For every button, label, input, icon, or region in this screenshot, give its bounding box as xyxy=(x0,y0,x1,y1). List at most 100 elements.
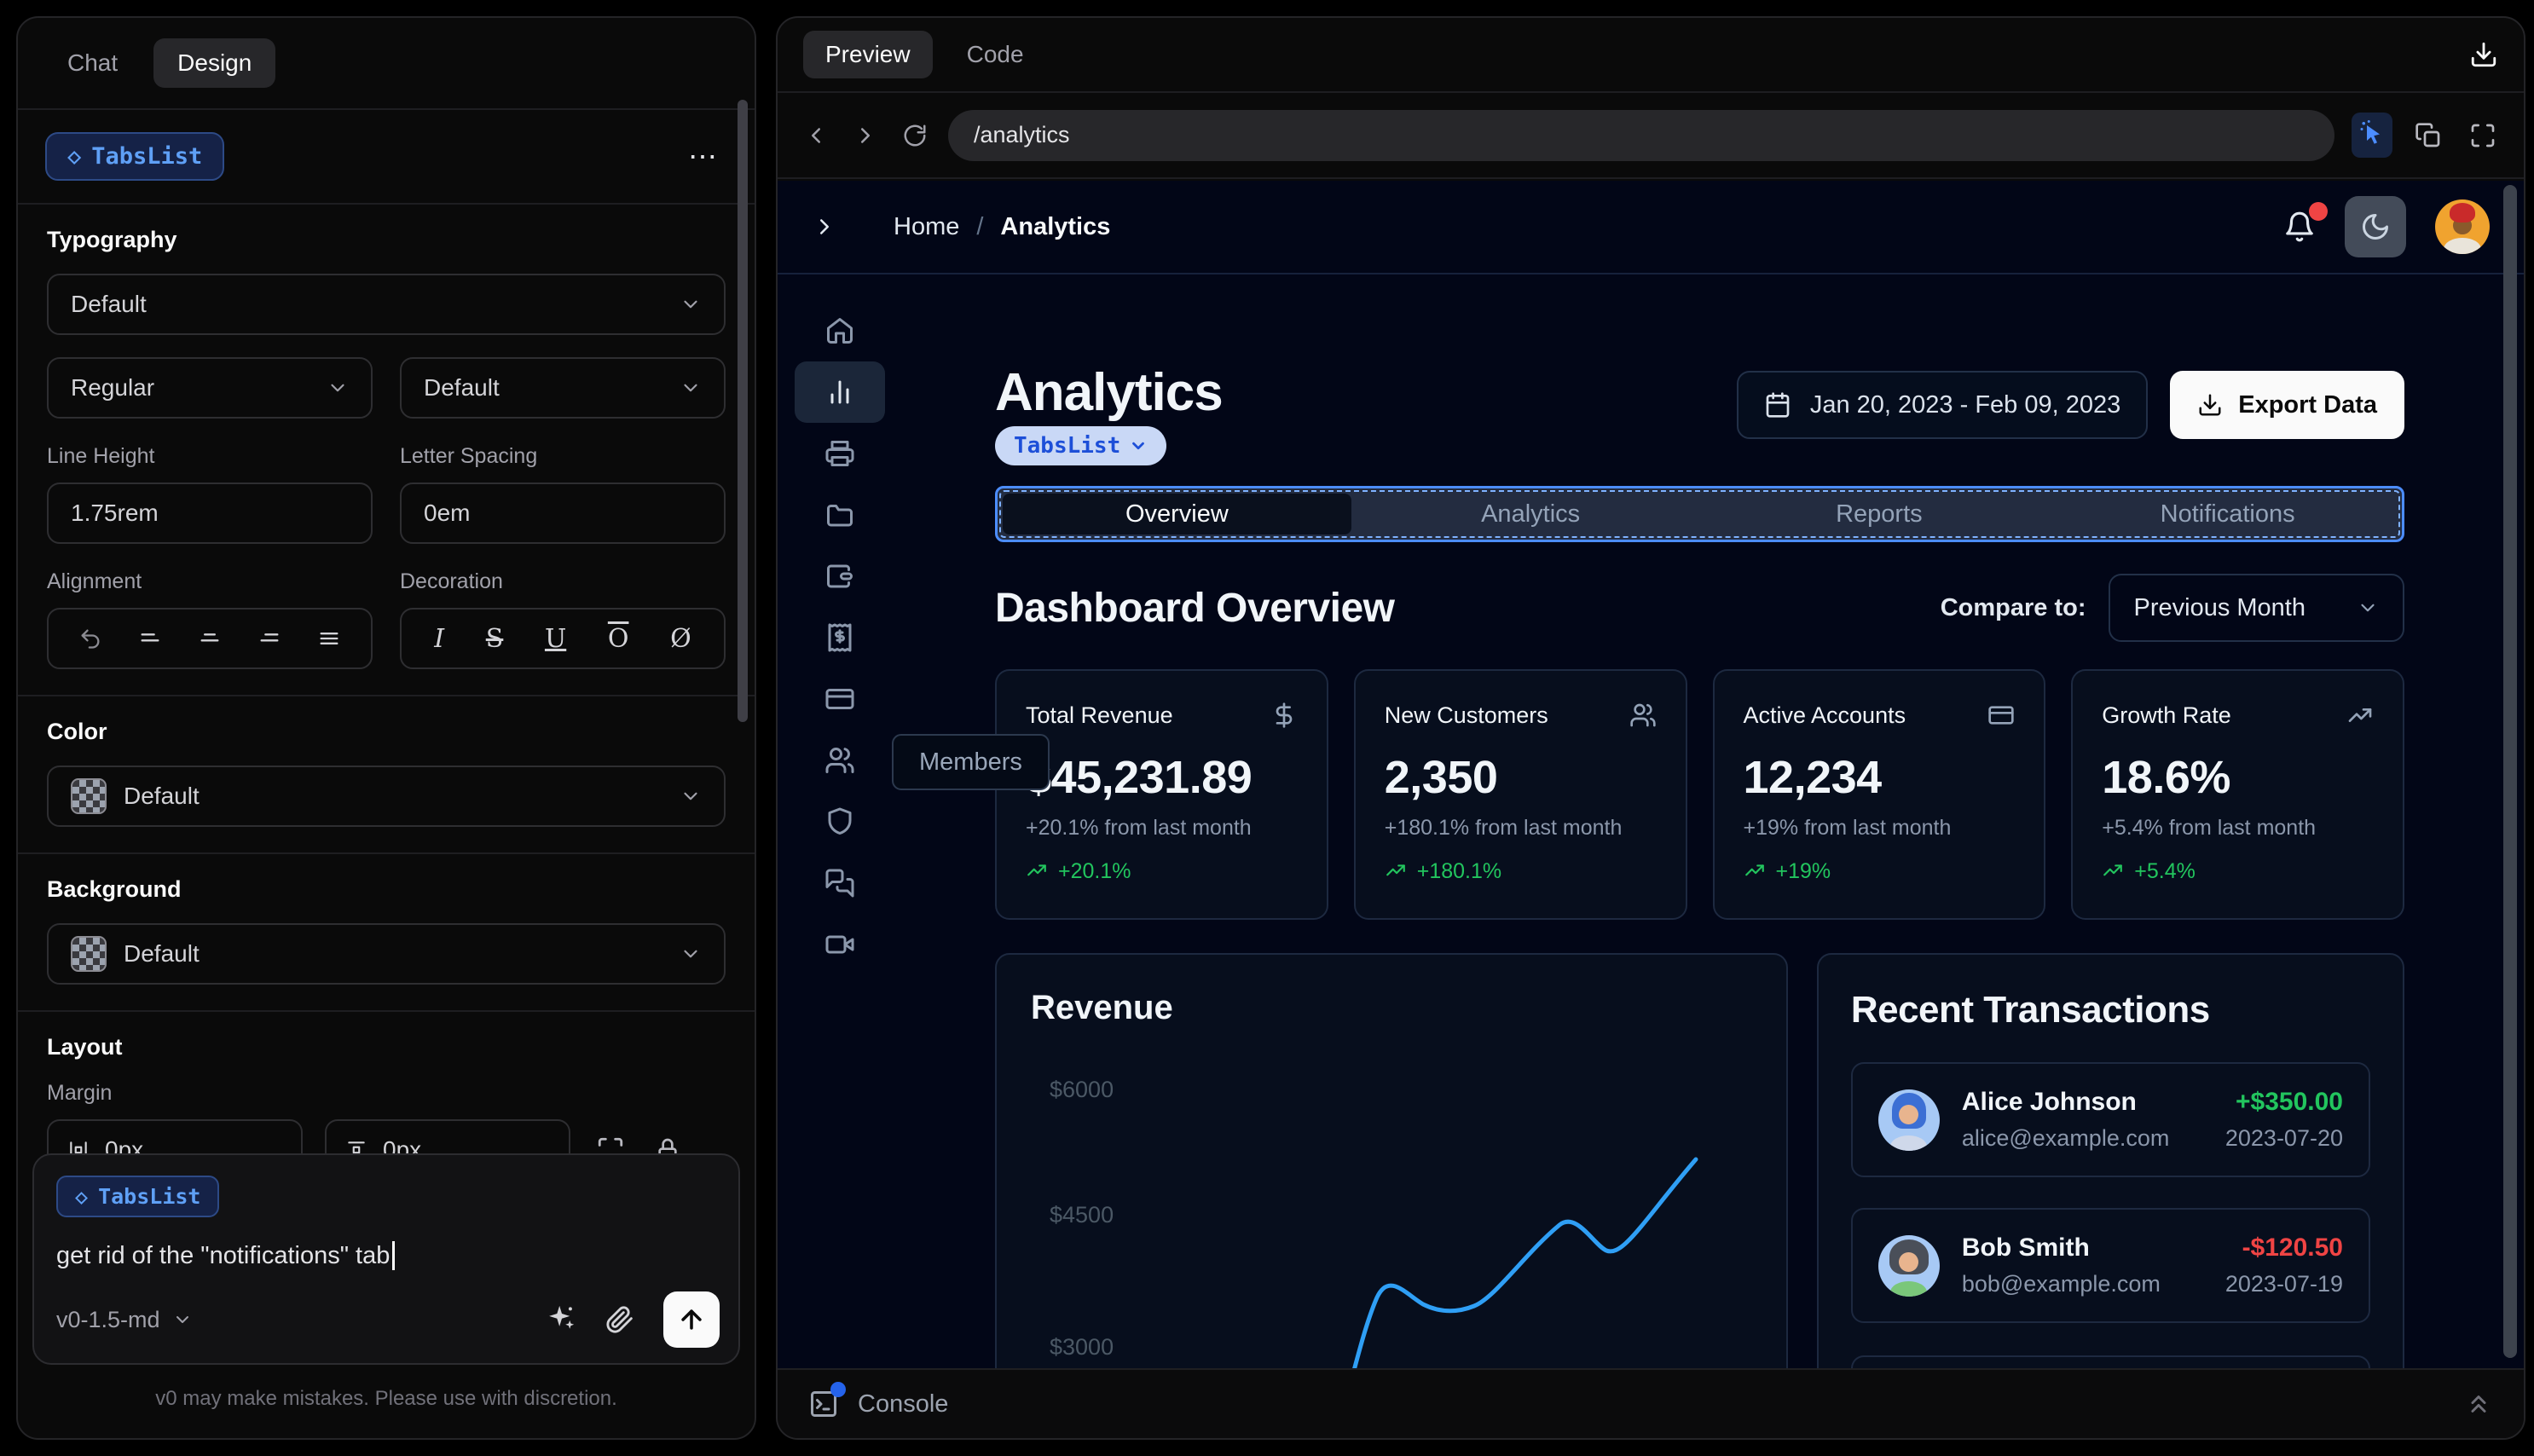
sidebar-item-folder[interactable] xyxy=(795,484,885,546)
tab-analytics[interactable]: Analytics xyxy=(1357,488,1705,540)
tab-preview[interactable]: Preview xyxy=(803,31,933,78)
undo-icon[interactable] xyxy=(78,627,102,650)
letter-spacing-label: Letter Spacing xyxy=(400,444,538,468)
color-swatch-icon xyxy=(71,778,107,814)
no-decoration-icon[interactable]: Ø xyxy=(670,624,691,654)
sparkles-icon[interactable] xyxy=(547,1303,576,1337)
transaction-row[interactable]: Alice Johnson alice@example.com +$350.00… xyxy=(1850,1062,2370,1177)
section-title: Dashboard Overview xyxy=(995,585,1395,631)
strikethrough-icon[interactable]: S xyxy=(486,624,504,654)
sidebar-toggle-icon[interactable] xyxy=(812,214,837,240)
sidebar-item-video[interactable] xyxy=(795,914,885,975)
chevrons-up-icon[interactable] xyxy=(2464,1390,2493,1418)
align-left-icon[interactable] xyxy=(138,627,162,650)
user-avatar[interactable] xyxy=(2435,199,2490,254)
send-button[interactable] xyxy=(663,1291,720,1348)
console-activity-badge xyxy=(830,1382,846,1397)
breadcrumb-separator: / xyxy=(976,212,984,240)
stat-card-active-accounts: Active Accounts 12,234 +19% from last mo… xyxy=(1712,669,2046,920)
typography-section: Typography Default Regular Default Line … xyxy=(18,205,755,695)
margin-label: Margin xyxy=(47,1081,113,1105)
notification-badge xyxy=(2309,202,2328,221)
text-caret xyxy=(392,1241,396,1270)
composer-component-chip[interactable]: ◇ TabsList xyxy=(56,1176,220,1217)
url-input[interactable]: /analytics xyxy=(948,109,2334,161)
forward-icon[interactable] xyxy=(849,119,882,152)
panel-scrollbar[interactable] xyxy=(738,100,748,722)
tab-design[interactable]: Design xyxy=(153,38,276,88)
compare-select[interactable]: Previous Month xyxy=(2108,574,2404,642)
transaction-name: Bob Smith xyxy=(1961,1234,2090,1262)
date-range-picker[interactable]: Jan 20, 2023 - Feb 09, 2023 xyxy=(1736,371,2149,439)
line-height-input[interactable]: 1.75rem xyxy=(47,482,373,544)
transaction-row[interactable]: Bob Smith bob@example.com -$120.50 2023-… xyxy=(1850,1208,2370,1323)
tab-reports[interactable]: Reports xyxy=(1705,488,2054,540)
font-weight-select[interactable]: Regular xyxy=(47,357,373,419)
underline-icon[interactable]: U xyxy=(545,624,566,654)
italic-icon[interactable]: I xyxy=(434,624,444,654)
refresh-icon[interactable] xyxy=(899,119,931,152)
chevron-down-icon xyxy=(680,785,702,807)
preview-panel: Preview Code /analytics Home / Analytics xyxy=(776,16,2525,1440)
tab-overview[interactable]: Overview xyxy=(1003,494,1351,534)
composer-input[interactable]: get rid of the "notifications" tab xyxy=(56,1241,716,1270)
align-justify-icon[interactable] xyxy=(317,627,341,650)
inspect-cursor-icon[interactable] xyxy=(2352,113,2392,158)
fullscreen-icon[interactable] xyxy=(2464,117,2502,154)
theme-toggle-button[interactable] xyxy=(2345,196,2406,257)
sidebar-item-wallet[interactable] xyxy=(795,546,885,607)
align-right-icon[interactable] xyxy=(257,627,281,650)
background-select[interactable]: Default xyxy=(47,923,726,985)
stat-card-growth-rate: Growth Rate 18.6% +5.4% from last month … xyxy=(2071,669,2404,920)
tab-chat[interactable]: Chat xyxy=(43,38,142,88)
members-tooltip: Members xyxy=(892,734,1050,790)
selected-component-row: ◇ TabsList ⋯ xyxy=(18,110,755,205)
download-icon xyxy=(2199,394,2221,416)
chevron-down-icon xyxy=(2361,604,2375,612)
overline-icon[interactable]: O xyxy=(608,624,629,654)
sidebar-item-home[interactable] xyxy=(795,300,885,361)
sidebar-item-messages[interactable] xyxy=(795,852,885,914)
preview-tab-bar: Preview Code xyxy=(778,18,2524,93)
tab-notifications[interactable]: Notifications xyxy=(2053,488,2402,540)
paperclip-icon[interactable] xyxy=(605,1305,634,1334)
color-select[interactable]: Default xyxy=(47,766,726,827)
compare-value: Previous Month xyxy=(2133,593,2306,621)
stat-card-new-customers: New Customers 2,350 +180.1% from last mo… xyxy=(1353,669,1687,920)
design-panel: Chat Design ◇ TabsList ⋯ Typography Defa… xyxy=(16,16,756,1440)
chevron-down-icon xyxy=(1132,442,1145,450)
console-bar[interactable]: Console xyxy=(778,1368,2524,1438)
transactions-title: Recent Transactions xyxy=(1850,989,2210,1031)
align-center-icon[interactable] xyxy=(198,627,222,650)
page-title: Analytics xyxy=(995,363,1224,422)
model-select[interactable]: v0-1.5-md xyxy=(56,1307,193,1333)
sidebar-item-receipt[interactable] xyxy=(795,607,885,668)
font-size-select[interactable]: Default xyxy=(400,357,726,419)
more-options-icon[interactable]: ⋯ xyxy=(681,142,727,171)
calendar-icon xyxy=(1766,392,1790,418)
breadcrumb-home[interactable]: Home xyxy=(894,213,959,241)
selected-component-badge[interactable]: ◇ TabsList xyxy=(45,132,225,181)
chat-composer[interactable]: ◇ TabsList get rid of the "notifications… xyxy=(32,1153,740,1365)
preview-scrollbar[interactable] xyxy=(2503,185,2517,1358)
component-inspect-badge[interactable]: TabsList xyxy=(995,426,1167,465)
tab-code[interactable]: Code xyxy=(945,31,1046,78)
download-icon[interactable] xyxy=(2469,40,2498,69)
font-family-select[interactable]: Default xyxy=(47,274,726,335)
selected-component-label: TabsList xyxy=(91,143,203,170)
notifications-bell-icon[interactable] xyxy=(2283,202,2328,243)
back-icon[interactable] xyxy=(800,119,832,152)
sidebar-item-billing[interactable] xyxy=(795,668,885,730)
app-header: Home / Analytics xyxy=(778,181,2524,274)
copy-icon[interactable] xyxy=(2410,117,2447,154)
sidebar-item-analytics[interactable] xyxy=(795,361,885,423)
background-swatch-icon xyxy=(71,936,107,972)
panel-tab-bar: Chat Design xyxy=(18,18,755,110)
sidebar-item-members[interactable] xyxy=(795,730,885,791)
sidebar-item-printer[interactable] xyxy=(795,423,885,484)
export-data-button[interactable]: Export Data xyxy=(2170,371,2404,439)
stat-sub: +19% from last month xyxy=(1743,816,1952,840)
letter-spacing-input[interactable]: 0em xyxy=(400,482,726,544)
terminal-icon xyxy=(808,1382,846,1419)
sidebar-item-security[interactable] xyxy=(795,791,885,852)
